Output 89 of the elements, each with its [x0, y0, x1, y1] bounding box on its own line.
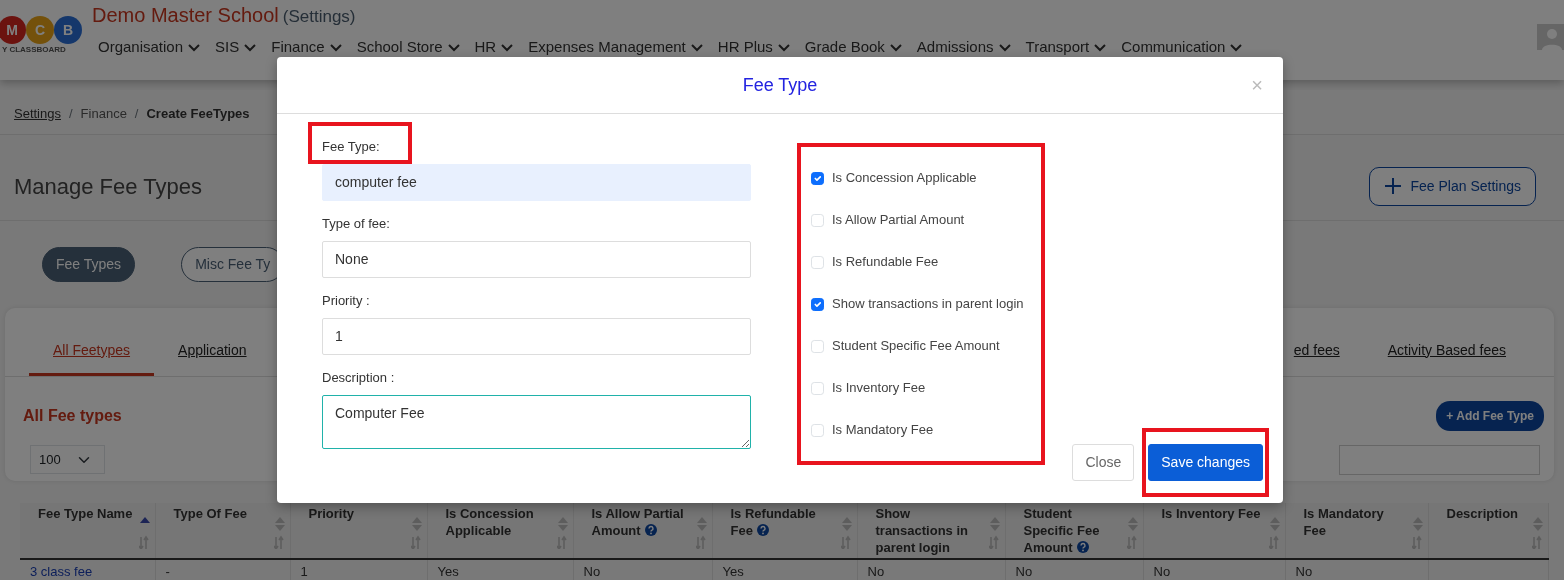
column-header[interactable]: Type Of Fee	[155, 502, 290, 559]
tab[interactable]: Activity Based fees	[1363, 325, 1530, 376]
help-icon[interactable]	[1076, 540, 1089, 553]
chevron-down-icon[interactable]	[997, 42, 1012, 53]
checkbox-label[interactable]: Is Allow Partial Amount	[832, 210, 965, 230]
chevron-down-icon[interactable]	[328, 42, 343, 53]
checkbox-label[interactable]: Show transactions in parent login	[832, 294, 1024, 314]
nav-link[interactable]: Finance	[271, 36, 325, 59]
checkbox[interactable]	[811, 171, 824, 185]
sort-icon[interactable]	[138, 516, 151, 549]
field-label: Type of fee:	[322, 216, 390, 231]
breadcrumb-separator: /	[134, 105, 139, 123]
page-context: (Settings)	[282, 6, 356, 28]
table-cell: No	[1285, 558, 1428, 580]
tab[interactable]: All Feetypes	[29, 325, 155, 376]
table-cell: 1	[290, 558, 427, 580]
help-icon[interactable]	[756, 523, 769, 536]
column-header[interactable]: Is Allow Partial Amount	[573, 502, 712, 559]
add-fee-type-button[interactable]: + Add Fee Type	[1436, 400, 1544, 431]
fee-plan-settings-button[interactable]: Fee Plan Settings	[1369, 166, 1536, 206]
field-label: Priority :	[322, 293, 370, 308]
chevron-down-icon[interactable]	[689, 42, 704, 53]
fee-type-link[interactable]: 3 class fee	[20, 558, 155, 580]
checkbox-label[interactable]: Is Refundable Fee	[832, 252, 939, 272]
nav-link[interactable]: Grade Book	[804, 36, 885, 59]
nav-link[interactable]: Transport	[1025, 36, 1090, 59]
breadcrumb-item: Finance	[80, 105, 127, 123]
description-field[interactable]: Computer Fee	[322, 395, 751, 449]
field-label: Description :	[322, 370, 395, 385]
column-header[interactable]: Show transactions in parent login	[857, 502, 1005, 559]
chevron-down-icon[interactable]	[776, 42, 791, 53]
tab[interactable]: Application	[154, 325, 271, 376]
chevron-down-icon[interactable]	[1229, 42, 1244, 53]
close-button[interactable]: Close	[1072, 444, 1135, 481]
chevron-down-icon[interactable]	[243, 42, 258, 53]
table-cell: No	[1143, 558, 1285, 580]
nav-link[interactable]: Admissions	[916, 36, 994, 59]
text-field[interactable]: computer fee	[322, 164, 751, 201]
pill-tab[interactable]: Fee Types	[42, 246, 136, 282]
nav-link[interactable]: School Store	[356, 36, 443, 59]
page-title: Manage Fee Types	[14, 172, 202, 201]
column-header[interactable]: Is Mandatory Fee	[1285, 502, 1428, 559]
breadcrumb-link[interactable]: Settings	[14, 104, 61, 124]
table-cell: No	[1005, 558, 1143, 580]
search-field[interactable]	[1339, 444, 1540, 475]
logo-caption: Y CLASSBOARD	[2, 44, 66, 56]
table-cell: No	[573, 558, 712, 580]
logo-letter: B	[54, 16, 82, 44]
chevron-down-icon[interactable]	[187, 42, 202, 53]
logo-letter: M	[0, 16, 26, 44]
chevron-down-icon[interactable]	[1093, 42, 1108, 53]
chevron-down-icon[interactable]	[500, 42, 515, 53]
save-button[interactable]: Save changes	[1148, 444, 1263, 481]
type-select[interactable]: None	[322, 241, 751, 278]
page-size-select[interactable]: 100	[30, 444, 105, 475]
table-cell: No	[857, 558, 1005, 580]
column-header[interactable]: Description	[1428, 502, 1548, 559]
help-icon[interactable]	[644, 523, 657, 536]
checkbox-label[interactable]: Is Mandatory Fee	[832, 420, 934, 440]
column-header[interactable]: Priority	[290, 502, 427, 559]
table-cell: Yes	[427, 558, 573, 580]
table-cell: Yes	[712, 558, 857, 580]
nav-link[interactable]: Expenses Management	[528, 36, 686, 59]
breadcrumb-separator: /	[69, 105, 73, 123]
column-header[interactable]: Student Specific Fee Amount	[1005, 502, 1143, 559]
nav-link[interactable]: Organisation	[98, 36, 184, 59]
breadcrumb-current: Create FeeTypes	[146, 105, 250, 123]
nav-link[interactable]: HR	[474, 36, 497, 59]
text-field[interactable]: 1	[322, 318, 751, 355]
school-name: Demo Master School	[92, 3, 279, 28]
column-header[interactable]: Is Inventory Fee	[1143, 502, 1285, 559]
column-header[interactable]: Is Concession Applicable	[427, 502, 573, 559]
column-header[interactable]: Fee Type Name	[20, 502, 155, 559]
checkbox-label[interactable]: Is Inventory Fee	[832, 378, 926, 398]
nav-link[interactable]: SIS	[215, 36, 240, 59]
column-header[interactable]: Is Refundable Fee	[712, 502, 857, 559]
checkbox-label[interactable]: Student Specific Fee Amount	[832, 336, 1000, 356]
field-label: Fee Type:	[322, 139, 380, 154]
plus-icon	[1384, 177, 1403, 195]
nav-link[interactable]: HR Plus	[717, 36, 773, 59]
chevron-down-icon[interactable]	[446, 42, 461, 53]
chevron-down-icon[interactable]	[888, 42, 903, 53]
logo-letter: C	[26, 16, 54, 44]
table-cell: -	[155, 558, 290, 580]
nav-link[interactable]: Communication	[1121, 36, 1226, 59]
checkbox-label[interactable]: Is Concession Applicable	[832, 168, 977, 188]
checkbox[interactable]	[811, 297, 824, 311]
section-title: All Fee types	[23, 405, 122, 426]
modal-title: Fee Type	[742, 73, 818, 97]
